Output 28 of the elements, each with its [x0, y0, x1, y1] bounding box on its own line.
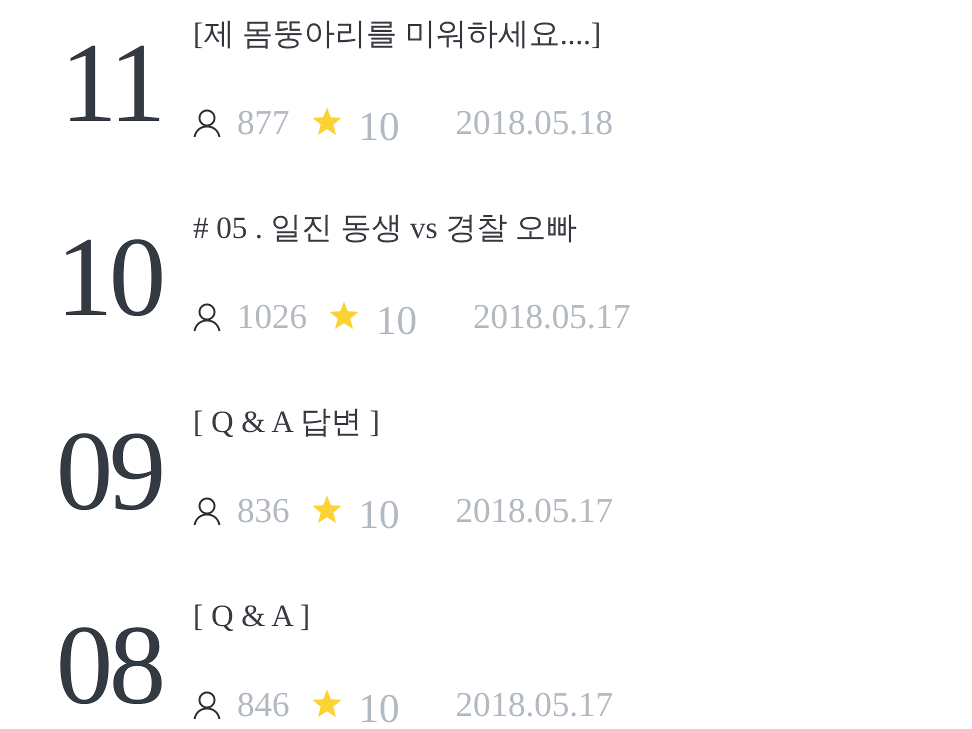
rating-score: 10	[376, 301, 417, 339]
episode-number: 08	[55, 608, 162, 727]
person-icon	[193, 690, 221, 720]
view-count: 846	[237, 685, 290, 725]
rating-score: 10	[358, 689, 400, 727]
person-icon	[193, 302, 221, 332]
star-icon	[312, 106, 342, 136]
episode-title[interactable]: [제 몸뚱아리를 미워하세요....]	[193, 12, 602, 56]
episode-number: 09	[55, 414, 162, 533]
person-icon	[193, 496, 221, 526]
post-date: 2018.05.17	[456, 685, 613, 725]
episode-title[interactable]: [ Q & A 답변 ]	[193, 400, 380, 444]
episode-title[interactable]: [ Q & A ]	[193, 594, 310, 638]
star-icon	[312, 494, 342, 524]
episode-number: 10	[55, 220, 162, 339]
episode-number: 11	[59, 26, 162, 145]
rating-score: 10	[358, 107, 400, 145]
view-count: 836	[237, 491, 290, 531]
episode-title[interactable]: # 05 . 일진 동생 vs 경찰 오빠	[193, 206, 578, 250]
star-icon	[329, 300, 359, 330]
post-date: 2018.05.18	[456, 103, 613, 143]
post-date: 2018.05.17	[473, 297, 630, 337]
view-count: 877	[237, 103, 290, 143]
rating-score: 10	[358, 495, 400, 533]
view-count: 1026	[237, 297, 307, 337]
person-icon	[193, 108, 221, 138]
star-icon	[312, 688, 342, 718]
post-date: 2018.05.17	[456, 491, 613, 531]
